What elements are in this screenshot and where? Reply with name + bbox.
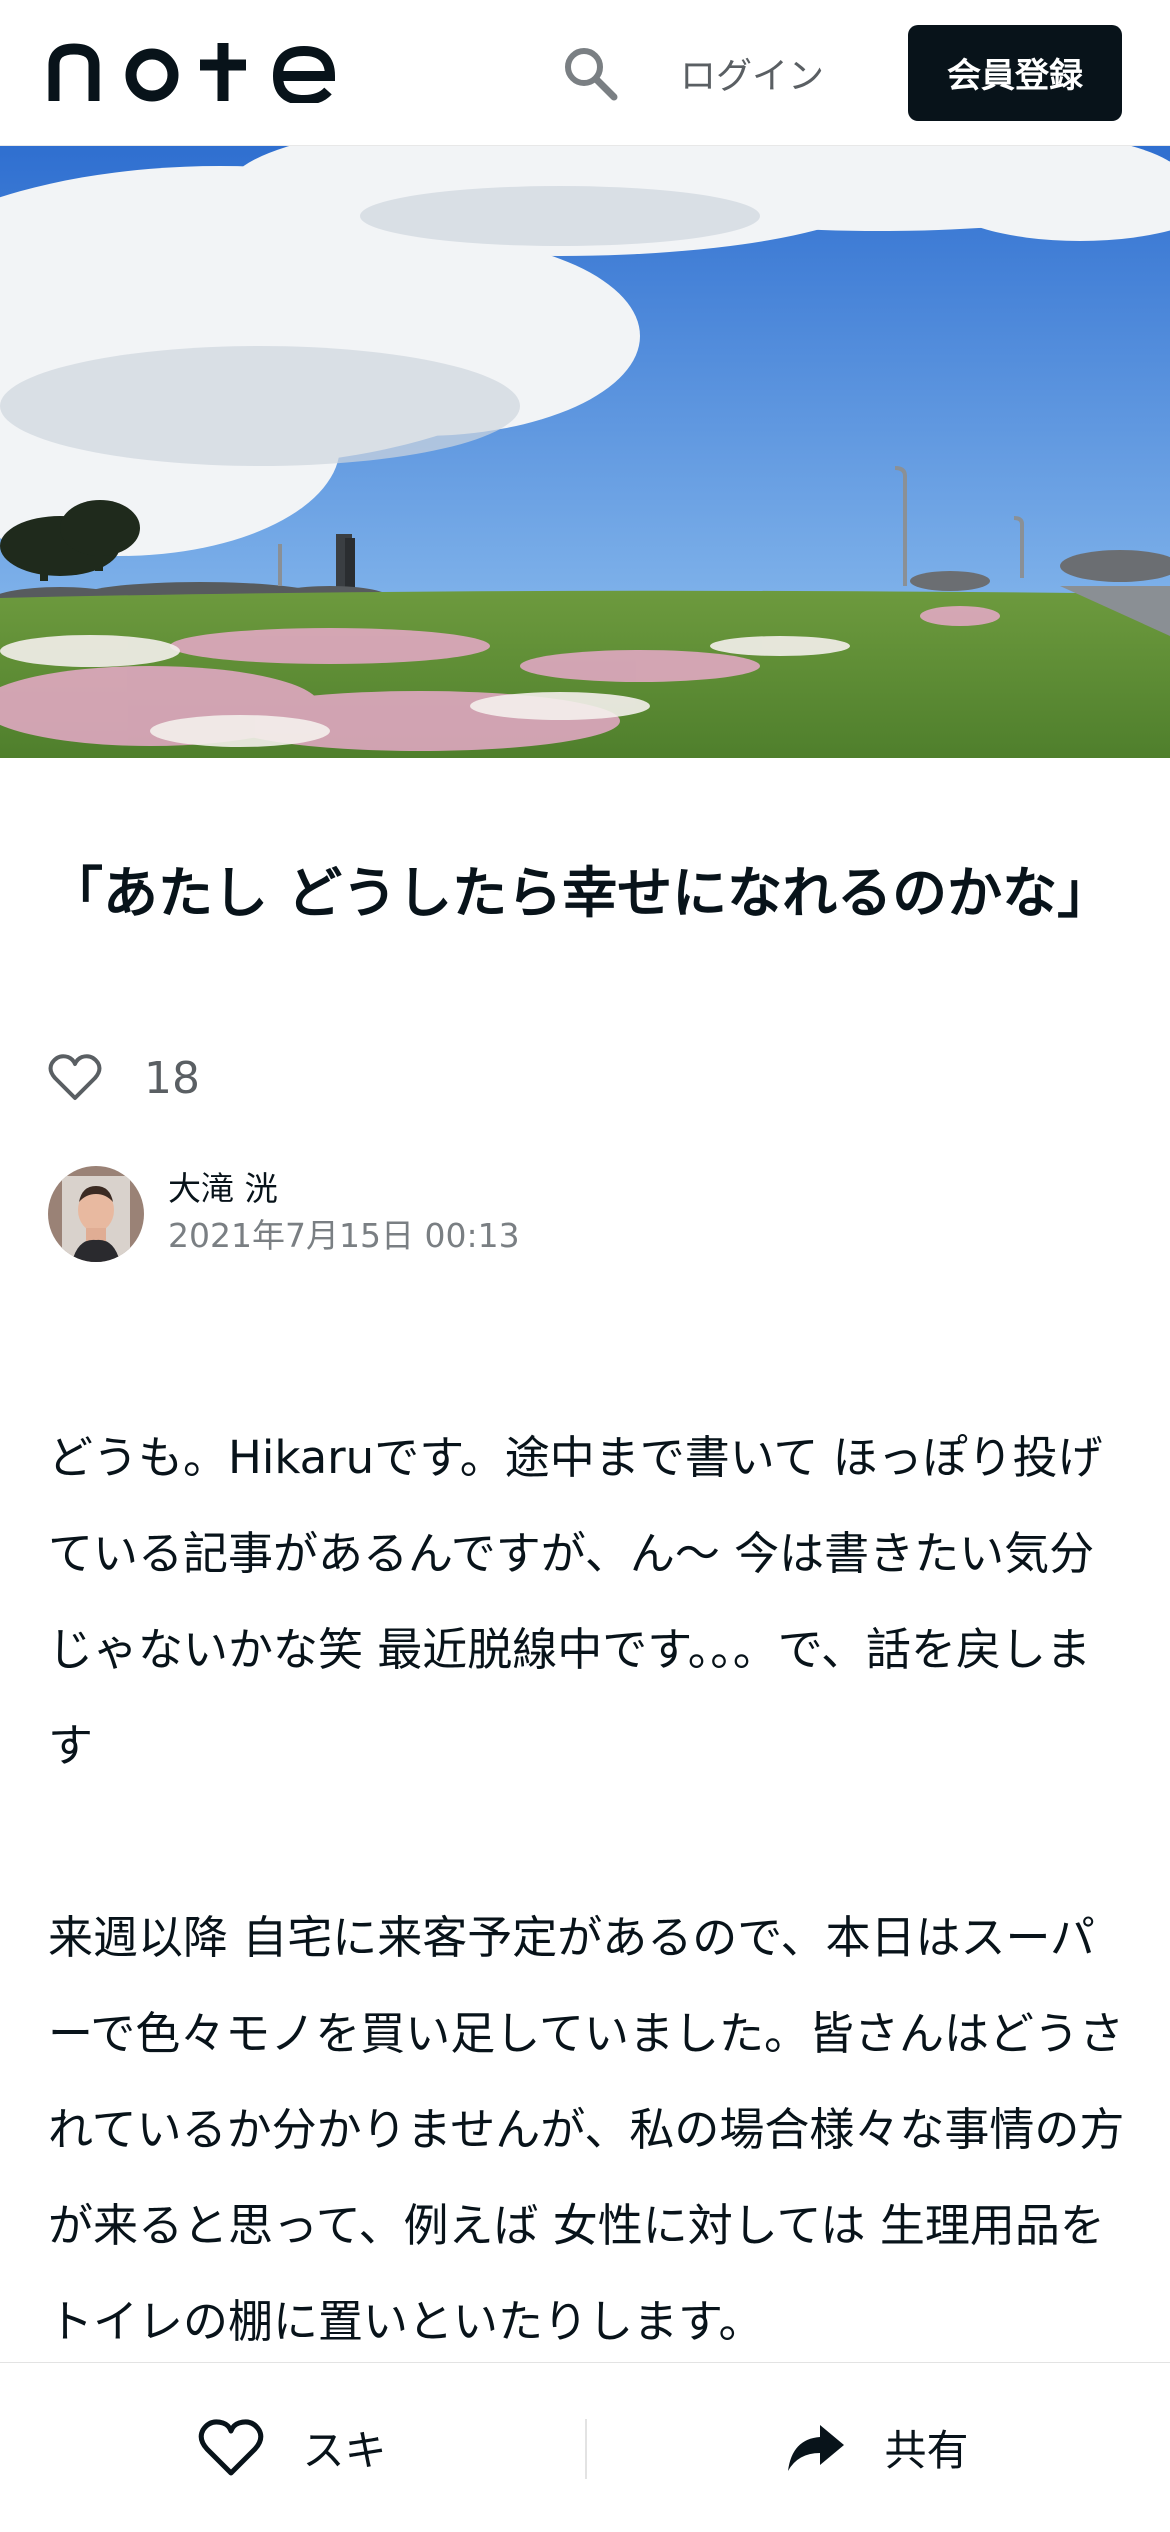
search-button[interactable] (558, 41, 622, 105)
like-count: 18 (144, 1052, 200, 1104)
author-block[interactable]: 大滝 洸 2021年7月15日 00:13 (48, 1166, 520, 1262)
author-info: 大滝 洸 2021年7月15日 00:13 (168, 1167, 520, 1261)
note-logo[interactable] (48, 42, 340, 103)
header-actions: ログイン 会員登録 (558, 24, 1122, 121)
article-title: 「あたし どうしたら幸せになれるのかな」 (48, 861, 1113, 925)
body-paragraph: 来週以降 自宅に来客予定があるので、本日はスーパーで色々モノを買い足していました… (48, 1911, 1125, 2348)
bottom-action-bar: スキ 共有 (0, 2362, 1170, 2532)
share-button[interactable]: 共有 (585, 2363, 1170, 2532)
article-page: ログイン 会員登録 「あたし どうしたら幸せになれるのかな」 18 大滝 洸 2… (0, 0, 1170, 2532)
body-paragraph: どうも。Hikaruです。途中まで書いて ほっぽり投げている記事があるんですが、… (48, 1431, 1103, 1772)
post-date: 2021年7月15日 00:13 (168, 1216, 520, 1255)
article-body: どうも。Hikaruです。途中まで書いて ほっぽり投げている記事があるんですが、… (48, 1410, 1128, 2370)
author-avatar[interactable] (48, 1166, 144, 1262)
heart-icon (48, 1054, 102, 1100)
like-button-label: スキ (302, 2426, 387, 2475)
like-button[interactable]: スキ (0, 2363, 585, 2532)
bar-divider (585, 2419, 587, 2479)
share-button-label: 共有 (884, 2426, 969, 2475)
signup-button[interactable]: 会員登録 (908, 24, 1122, 121)
hero-image (0, 146, 1170, 758)
like-counter[interactable]: 18 (48, 1046, 200, 1110)
login-link[interactable]: ログイン (680, 47, 824, 99)
note-logo-mark (48, 42, 336, 103)
search-icon (564, 47, 618, 100)
site-header: ログイン 会員登録 (0, 0, 1170, 146)
share-arrow-icon (788, 2424, 845, 2471)
heart-icon (199, 2418, 264, 2475)
author-name[interactable]: 大滝 洸 (168, 1167, 520, 1211)
